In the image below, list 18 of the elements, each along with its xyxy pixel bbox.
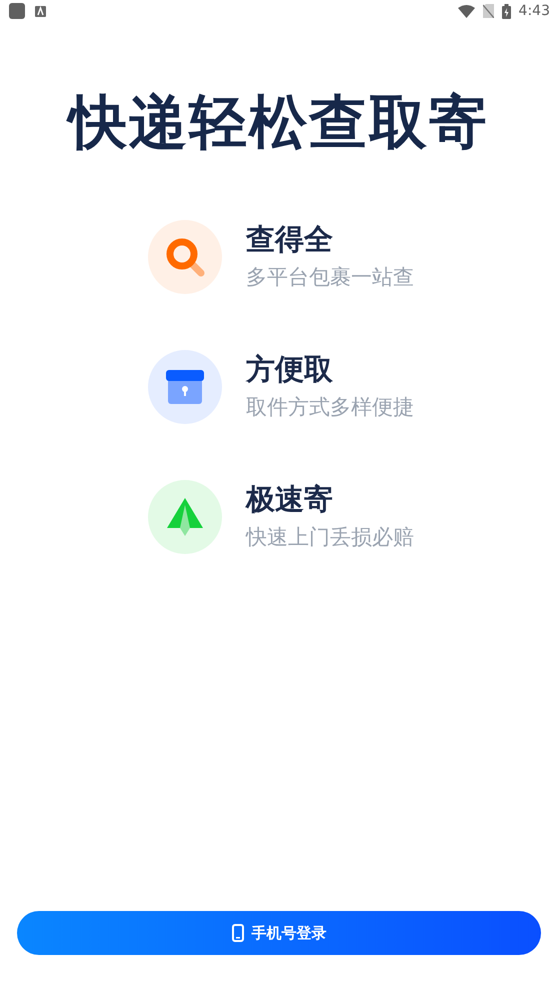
feature-subtitle: 取件方式多样便捷 [246,394,414,421]
locker-box-icon [165,368,205,405]
status-time: 4:43 [518,3,550,19]
headline: 快递轻松查取寄 [0,88,558,158]
wifi-icon [458,4,475,18]
phone-login-button[interactable]: 手机号登录 [17,911,541,955]
phone-icon [232,924,244,942]
feature-title: 极速寄 [246,482,334,517]
battery-icon [502,4,511,18]
no-sim-icon [482,4,494,18]
notification-icon [35,6,46,16]
feature-subtitle: 快速上门丢损必赔 [246,524,414,551]
feature-title: 查得全 [246,222,334,257]
feature-subtitle: 多平台包裹一站查 [246,264,414,291]
app-icon [9,3,25,19]
search-icon [164,236,206,278]
feature-title: 方便取 [246,352,334,387]
paper-plane-icon [166,496,204,537]
